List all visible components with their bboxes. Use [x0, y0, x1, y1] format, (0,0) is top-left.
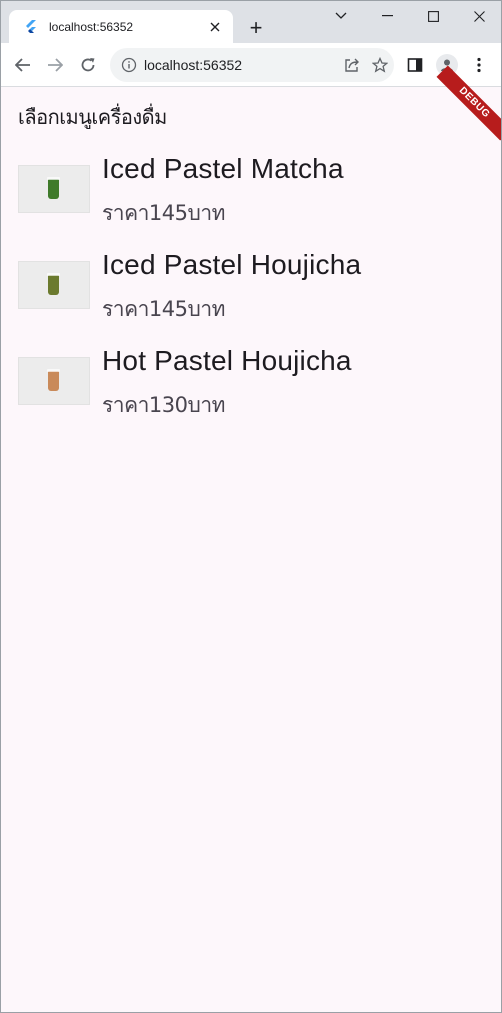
menu-item-iced-pastel-matcha[interactable]: Iced Pastel Matcha ราคา145บาท [1, 149, 501, 245]
app-page: เลือกเมนูเครื่องดื่ม DEBUG Iced Pastel M… [1, 65, 501, 1012]
minimize-icon[interactable] [364, 1, 410, 31]
cup-image [48, 371, 59, 391]
menu-item-iced-pastel-houjicha[interactable]: Iced Pastel Houjicha ราคา145บาท [1, 245, 501, 341]
tab-close-icon[interactable] [207, 19, 223, 35]
share-icon[interactable] [338, 51, 366, 79]
drink-thumbnail [18, 261, 90, 309]
browser-window: localhost:56352 + localhost:56352 เลือกเ… [0, 0, 502, 1013]
tab-search-chevron-icon[interactable] [318, 1, 364, 31]
window-close-icon[interactable] [456, 1, 501, 31]
browser-tab[interactable]: localhost:56352 [9, 10, 233, 43]
page-title: เลือกเมนูเครื่องดื่ม [18, 105, 167, 129]
item-name: Iced Pastel Matcha [102, 153, 344, 184]
forward-arrow-icon[interactable] [41, 51, 69, 79]
side-panel-icon[interactable] [401, 51, 429, 79]
site-info-icon[interactable] [120, 56, 138, 74]
menu-item-hot-pastel-houjicha[interactable]: Hot Pastel Houjicha ราคา130บาท [1, 341, 501, 437]
item-name: Iced Pastel Houjicha [102, 249, 362, 280]
drink-menu-list: Iced Pastel Matcha ราคา145บาท Iced Paste… [1, 149, 501, 437]
item-price: ราคา145บาท [102, 201, 225, 225]
url-text: localhost:56352 [144, 57, 243, 73]
address-bar[interactable]: localhost:56352 [110, 48, 394, 82]
tab-title: localhost:56352 [49, 19, 134, 34]
tab-strip: localhost:56352 + [1, 1, 501, 43]
drink-thumbnail [18, 165, 90, 213]
flutter-favicon-icon [23, 19, 39, 35]
kebab-menu-icon[interactable] [465, 51, 493, 79]
new-tab-button[interactable]: + [243, 15, 269, 41]
item-name: Hot Pastel Houjicha [102, 345, 352, 376]
maximize-icon[interactable] [410, 1, 456, 31]
bookmark-star-icon[interactable] [366, 51, 394, 79]
item-price: ราคา145บาท [102, 297, 225, 321]
reload-icon[interactable] [74, 51, 102, 79]
drink-thumbnail [18, 357, 90, 405]
browser-toolbar: localhost:56352 [1, 43, 501, 87]
item-price: ราคา130บาท [102, 393, 225, 417]
cup-image [48, 179, 59, 199]
back-arrow-icon[interactable] [9, 51, 37, 79]
cup-image [48, 275, 59, 295]
